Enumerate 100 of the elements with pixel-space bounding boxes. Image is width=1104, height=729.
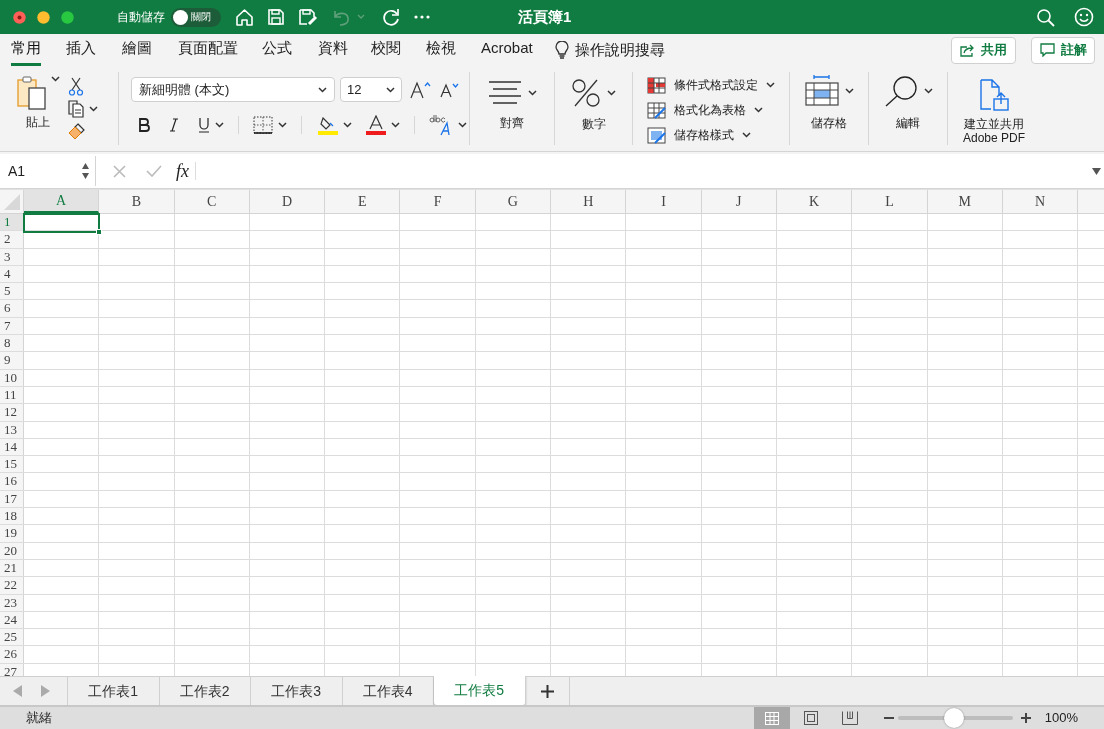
tell-me-search[interactable]: 操作說明搜尋 [574, 38, 665, 62]
column-header[interactable]: K [776, 190, 853, 213]
slider-thumb[interactable] [944, 708, 965, 728]
column-header[interactable]: H [551, 190, 627, 213]
column-header[interactable]: F [400, 190, 476, 213]
text-orientation-icon[interactable] [429, 114, 453, 136]
save-edit-icon[interactable] [298, 8, 318, 26]
ribbon-tab[interactable]: 校閱 [371, 34, 401, 66]
styles-menu-item[interactable]: 條件式格式設定 [647, 75, 789, 95]
caret-icon[interactable] [215, 122, 224, 128]
insert-function-button[interactable]: fx [176, 157, 189, 185]
column-header[interactable]: A [24, 190, 100, 213]
underline-icon[interactable] [198, 117, 210, 133]
comments-button[interactable]: 註解 [1031, 36, 1095, 64]
sheet-tab[interactable]: 工作表5 [434, 676, 526, 705]
row-header[interactable]: 22 [0, 577, 24, 594]
ribbon-tab[interactable]: 繪圖 [122, 34, 152, 66]
home-icon[interactable] [235, 7, 254, 27]
row-header[interactable]: 16 [0, 473, 24, 490]
column-header[interactable]: C [174, 190, 250, 213]
minimize-icon[interactable] [37, 10, 50, 24]
create-pdf-button[interactable]: 建立並共用 Adobe PDF [948, 66, 1040, 151]
caret-icon[interactable] [343, 122, 352, 128]
column-header[interactable]: N [1002, 190, 1079, 213]
name-box[interactable]: A1 [0, 156, 96, 186]
smiley-icon[interactable] [1074, 7, 1094, 27]
row-header[interactable]: 1 [0, 214, 24, 231]
caret-icon[interactable] [278, 122, 287, 128]
row-header[interactable]: 26 [0, 646, 24, 663]
font-color-icon[interactable] [366, 115, 386, 135]
scissors-icon[interactable] [68, 77, 84, 96]
search-icon[interactable] [1036, 7, 1055, 27]
share-button[interactable]: 共用 [951, 36, 1016, 64]
ribbon-tab[interactable]: 公式 [262, 34, 292, 66]
row-header[interactable]: 5 [0, 283, 24, 300]
alignment-button[interactable]: 對齊 [470, 66, 554, 151]
font-name-dropdown[interactable]: 新細明體 (本文) [131, 77, 335, 102]
close-icon[interactable] [13, 10, 26, 24]
editing-button[interactable]: 編輯 [869, 66, 947, 151]
autosave-toggle[interactable]: 關閉 [171, 7, 221, 27]
row-header[interactable]: 18 [0, 508, 24, 525]
zoom-level[interactable]: 100% [1044, 708, 1078, 728]
column-header[interactable]: G [475, 190, 552, 213]
caret-icon[interactable] [51, 76, 60, 82]
styles-menu-item[interactable]: 儲存格樣式 [647, 125, 789, 145]
font-size-dropdown[interactable]: 12 [340, 77, 402, 102]
row-header[interactable]: 25 [0, 629, 24, 646]
row-header[interactable]: 19 [0, 525, 24, 542]
bold-icon[interactable] [139, 118, 150, 132]
row-header[interactable]: 12 [0, 404, 24, 421]
caret-icon[interactable] [386, 86, 395, 93]
copy-icon[interactable] [68, 100, 86, 118]
caret-icon[interactable] [89, 106, 98, 112]
styles-menu-item[interactable]: 格式化為表格 [647, 100, 789, 120]
row-header[interactable]: 9 [0, 352, 24, 369]
italic-icon[interactable] [169, 118, 179, 132]
increase-font-size-icon[interactable] [410, 80, 432, 99]
cell-selection[interactable] [23, 213, 101, 233]
caret-icon[interactable] [318, 86, 327, 93]
column-header[interactable]: J [701, 190, 777, 213]
column-header[interactable]: B [99, 190, 175, 213]
stepper-icon[interactable] [81, 161, 90, 181]
caret-icon[interactable] [527, 90, 537, 96]
caret-icon[interactable] [458, 122, 467, 128]
ribbon-tab[interactable]: 檢視 [426, 34, 456, 66]
zoom-in-icon[interactable] [1020, 713, 1031, 723]
zoom-slider[interactable] [897, 708, 1013, 728]
caret-icon[interactable] [607, 90, 616, 96]
row-header[interactable]: 15 [0, 456, 24, 473]
format-painter-icon[interactable] [68, 122, 86, 140]
column-header[interactable]: M [927, 190, 1003, 213]
caret-icon[interactable] [391, 122, 400, 128]
borders-icon[interactable] [253, 116, 273, 134]
expand-caret-icon[interactable] [1092, 167, 1101, 175]
ribbon-tab[interactable]: Acrobat [481, 34, 533, 66]
more-icon[interactable] [414, 15, 430, 19]
ribbon-tab[interactable]: 資料 [318, 34, 348, 66]
row-header[interactable]: 8 [0, 335, 24, 352]
column-header[interactable]: E [325, 190, 401, 213]
check-icon[interactable] [146, 165, 162, 177]
cells-button[interactable]: 儲存格 [790, 66, 868, 151]
ribbon-tab[interactable]: 頁面配置 [178, 34, 238, 66]
column-header[interactable]: D [249, 190, 326, 213]
caret-icon[interactable] [766, 82, 775, 88]
column-header[interactable]: L [852, 190, 928, 213]
column-header[interactable]: I [626, 190, 702, 213]
fill-color-icon[interactable] [318, 115, 338, 135]
caret-icon[interactable] [742, 132, 751, 138]
save-icon[interactable] [267, 8, 285, 26]
redo-icon[interactable] [382, 7, 401, 27]
add-sheet-icon[interactable] [540, 684, 554, 698]
caret-icon[interactable] [844, 88, 854, 94]
row-header[interactable]: 6 [0, 300, 24, 317]
ribbon-tab[interactable]: 插入 [66, 34, 96, 66]
decrease-font-size-icon[interactable] [440, 81, 460, 98]
number-format-button[interactable]: 數字 [555, 66, 632, 151]
row-header[interactable]: 2 [0, 231, 24, 248]
paste-button[interactable]: 貼上 [14, 76, 62, 151]
caret-icon[interactable] [923, 88, 933, 94]
caret-icon[interactable] [754, 107, 763, 113]
